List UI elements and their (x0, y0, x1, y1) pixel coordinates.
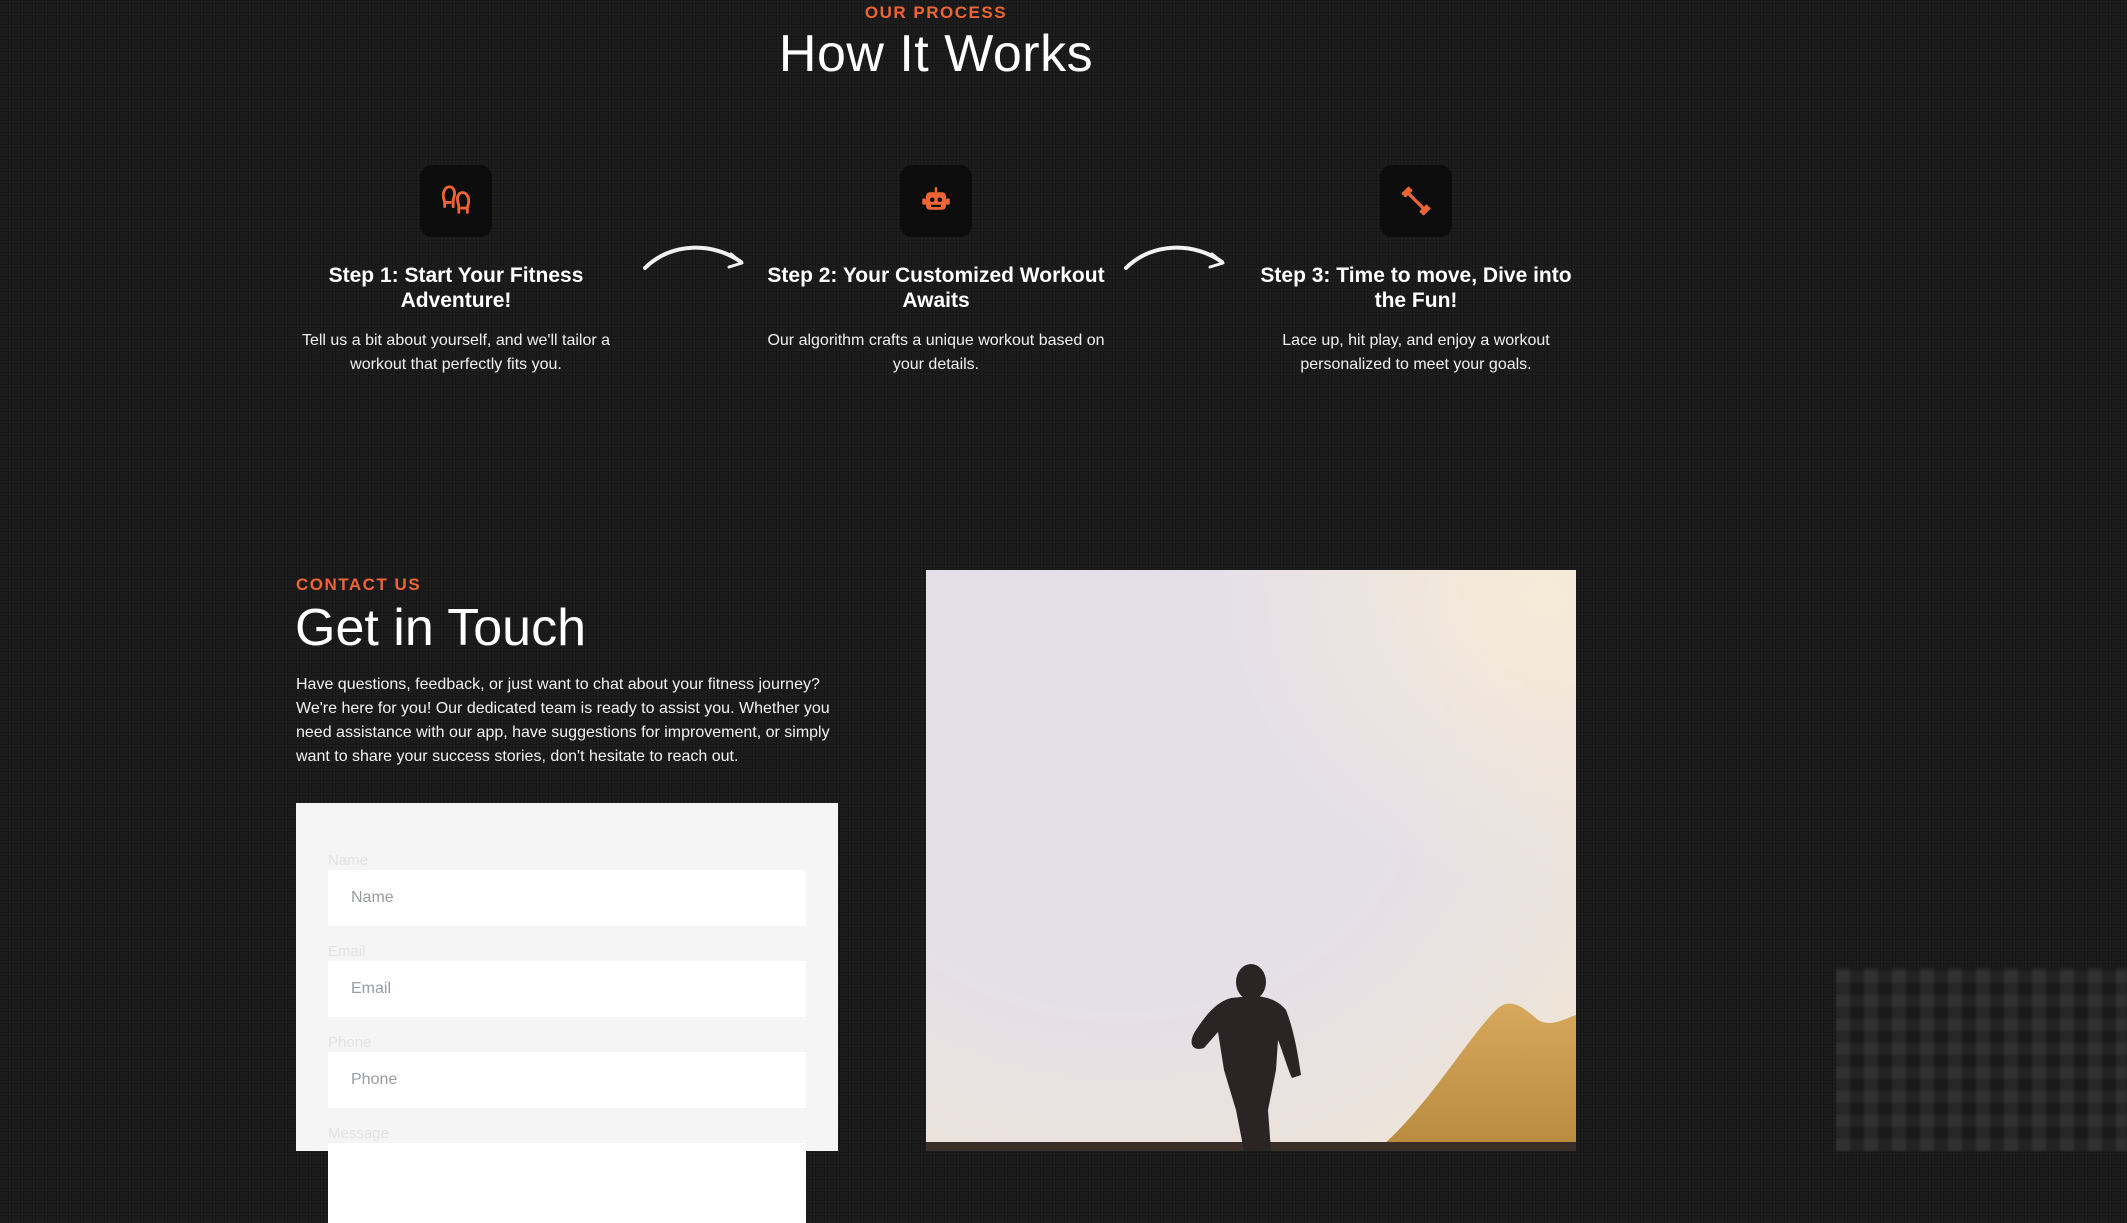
step-arrow-1 (643, 245, 744, 270)
phone-label: Phone (328, 1034, 372, 1051)
email-input[interactable] (328, 961, 806, 1017)
step-2: Step 2: Your Customized Workout Awaits O… (766, 165, 1106, 377)
runner-image (926, 570, 1576, 1151)
name-label: Name (328, 852, 369, 869)
step-2-description: Our algorithm crafts a unique workout ba… (767, 332, 1105, 373)
name-input[interactable] (328, 870, 806, 926)
runner-silhouette-illustration (926, 570, 1576, 1151)
phone-field-group: Phone (328, 1033, 806, 1108)
step-2-icon-box (900, 165, 972, 237)
step-3-description: Lace up, hit play, and enjoy a workout p… (1282, 332, 1550, 373)
contact-title: Get in Touch (295, 599, 587, 657)
blurred-corner-widget (1836, 968, 2127, 1151)
email-label: Email (328, 943, 366, 960)
dumbbell-icon (1401, 186, 1431, 216)
step-1-description: Tell us a bit about yourself, and we'll … (301, 332, 611, 373)
step-arrow-2 (1124, 245, 1225, 270)
page: OUR PROCESS How It Works Step 1: Start Y… (0, 0, 2127, 1223)
contact-eyebrow: CONTACT US (296, 575, 422, 594)
message-label: Message (328, 1125, 389, 1142)
message-field-group: Message (328, 1124, 806, 1223)
step-1-icon-box (420, 165, 492, 237)
contact-form: Name Email Phone Message (296, 803, 838, 1223)
robot-icon (922, 187, 950, 210)
step-1-title: Step 1: Start Your Fitness Adventure! (328, 264, 584, 312)
step-1: Step 1: Start Your Fitness Adventure! Te… (286, 165, 626, 377)
contact-description: Have questions, feedback, or just want t… (296, 676, 830, 765)
name-field-group: Name (328, 851, 806, 926)
step-3: Step 3: Time to move, Dive into the Fun!… (1246, 165, 1586, 377)
email-field-group: Email (328, 942, 806, 1017)
process-eyebrow: OUR PROCESS (864, 3, 1008, 22)
step-2-title: Step 2: Your Customized Workout Awaits (767, 264, 1105, 312)
step-3-title: Step 3: Time to move, Dive into the Fun! (1260, 264, 1572, 312)
step-3-icon-box (1380, 165, 1452, 237)
process-title: How It Works (778, 25, 1094, 83)
phone-input[interactable] (328, 1052, 806, 1108)
message-input[interactable] (328, 1143, 806, 1223)
footprints-icon (441, 185, 471, 214)
